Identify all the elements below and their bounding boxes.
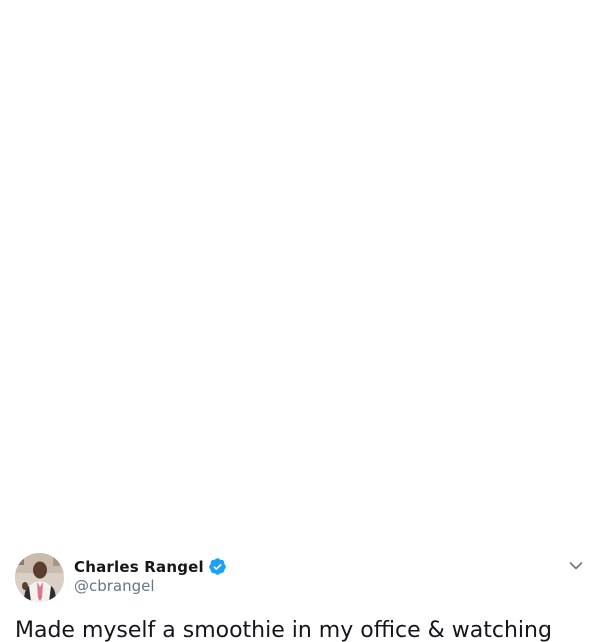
embedded-tweet-page: Charles Rangel @cbrangel Made myself a s…: [0, 0, 598, 642]
chevron-down-icon: [569, 562, 583, 570]
profile-photo-icon: [15, 553, 64, 602]
author-name-row: Charles Rangel: [74, 557, 227, 576]
tweet-text: Made myself a smoothie in my office & wa…: [15, 618, 552, 642]
verified-badge-icon: [208, 557, 227, 576]
author-handle[interactable]: @cbrangel: [74, 577, 155, 595]
author-display-name[interactable]: Charles Rangel: [74, 558, 204, 576]
author-avatar[interactable]: [15, 553, 64, 602]
tweet-menu-button[interactable]: [566, 557, 586, 575]
